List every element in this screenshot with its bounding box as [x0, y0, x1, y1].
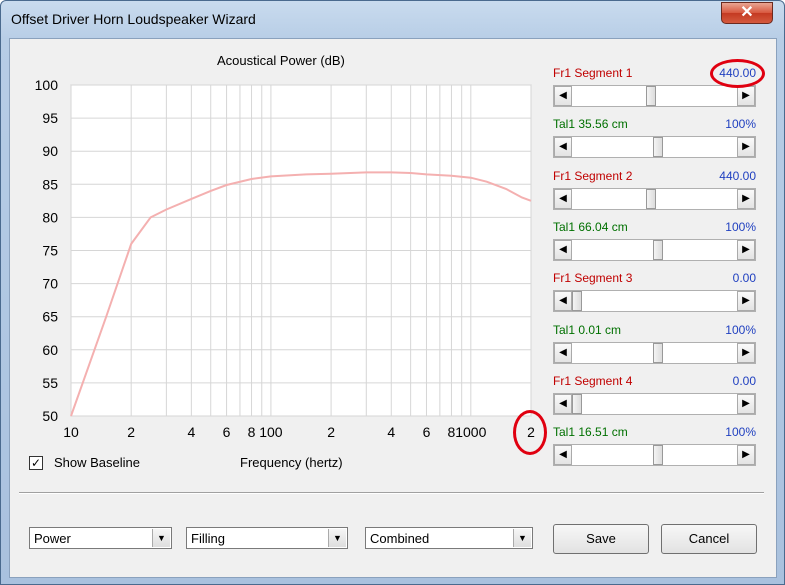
- slider-thumb[interactable]: [652, 342, 663, 363]
- segment-label: Tal1 16.51 cm: [553, 425, 628, 440]
- filling-dropdown[interactable]: Filling ▼: [186, 527, 348, 549]
- arrow-left-icon[interactable]: ◀: [554, 342, 572, 363]
- segment-label: Tal1 0.01 cm: [553, 322, 622, 337]
- dropdown-value: Filling: [191, 531, 225, 546]
- x-tick-label: 1000: [455, 424, 486, 440]
- annotation-circle: [513, 410, 547, 455]
- segment-value: 0.00: [732, 271, 756, 286]
- checkmark-icon: ✓: [30, 456, 42, 470]
- y-tick-label: 75: [42, 243, 58, 259]
- arrow-left-icon[interactable]: ◀: [554, 137, 572, 158]
- arrow-right-icon[interactable]: ▶: [737, 86, 755, 106]
- segment-slider[interactable]: ◀ ▶: [553, 444, 756, 467]
- segment-slider[interactable]: ◀ ▶: [553, 238, 756, 261]
- segment-slider[interactable]: ◀ ▶: [553, 341, 756, 364]
- arrow-right-icon[interactable]: ▶: [737, 291, 755, 312]
- segment-value: 100%: [725, 425, 756, 440]
- slider-thumb[interactable]: [652, 137, 663, 158]
- segment-label: Fr1 Segment 4: [553, 373, 633, 388]
- slider-thumb[interactable]: [652, 445, 663, 466]
- slider-thumb[interactable]: [646, 188, 657, 209]
- segment-value: 0.00: [732, 373, 756, 388]
- x-tick-label: 6: [223, 424, 231, 440]
- show-baseline-label[interactable]: Show Baseline: [54, 455, 140, 470]
- dropdown-value: Power: [34, 531, 71, 546]
- segment-slider[interactable]: ◀ ▶: [553, 392, 756, 415]
- arrow-left-icon[interactable]: ◀: [554, 445, 572, 466]
- arrow-left-icon[interactable]: ◀: [554, 86, 572, 106]
- chevron-down-icon[interactable]: ▼: [328, 529, 346, 547]
- x-axis-label: Frequency (hertz): [240, 455, 343, 470]
- segment-slider[interactable]: ◀ ▶: [553, 187, 756, 210]
- y-tick-label: 90: [42, 143, 58, 159]
- segment-value: 100%: [725, 322, 756, 337]
- arrow-left-icon[interactable]: ◀: [554, 239, 572, 260]
- chevron-down-icon[interactable]: ▼: [152, 529, 170, 547]
- slider-thumb[interactable]: [652, 239, 663, 260]
- arrow-right-icon[interactable]: ▶: [737, 342, 755, 363]
- segment-slider[interactable]: ◀ ▶: [553, 85, 756, 107]
- x-tick-label: 6: [423, 424, 431, 440]
- arrow-right-icon[interactable]: ▶: [737, 393, 755, 414]
- x-tick-label: 100: [259, 424, 283, 440]
- segment-label: Fr1 Segment 1: [553, 66, 633, 80]
- y-tick-label: 100: [35, 77, 59, 93]
- segment-label: Tal1 66.04 cm: [553, 219, 628, 234]
- chart-type-dropdown[interactable]: Power ▼: [29, 527, 172, 549]
- arrow-right-icon[interactable]: ▶: [737, 137, 755, 158]
- arrow-right-icon[interactable]: ▶: [737, 445, 755, 466]
- y-tick-label: 50: [42, 408, 58, 424]
- segment-slider[interactable]: ◀ ▶: [553, 136, 756, 159]
- segment-value: 100%: [725, 117, 756, 132]
- y-tick-label: 95: [42, 110, 58, 126]
- y-tick-label: 65: [42, 309, 58, 325]
- x-tick-label: 2: [127, 424, 135, 440]
- arrow-right-icon[interactable]: ▶: [737, 239, 755, 260]
- save-button[interactable]: Save: [553, 524, 649, 554]
- y-tick-label: 80: [42, 209, 58, 225]
- segment-value: 100%: [725, 219, 756, 234]
- segment-label: Fr1 Segment 2: [553, 168, 633, 183]
- x-tick-label: 10: [63, 424, 79, 440]
- arrow-right-icon[interactable]: ▶: [737, 188, 755, 209]
- separator-line: [19, 492, 764, 494]
- arrow-left-icon[interactable]: ◀: [554, 188, 572, 209]
- y-tick-label: 70: [42, 276, 58, 292]
- arrow-left-icon[interactable]: ◀: [554, 291, 572, 312]
- slider-thumb[interactable]: [572, 393, 582, 414]
- cancel-button[interactable]: Cancel: [661, 524, 757, 554]
- y-tick-label: 60: [42, 342, 58, 358]
- x-tick-label: 4: [387, 424, 395, 440]
- segment-slider[interactable]: ◀ ▶: [553, 290, 756, 313]
- chevron-down-icon[interactable]: ▼: [513, 529, 531, 547]
- segment-value: 440.00: [719, 168, 756, 183]
- mode-dropdown[interactable]: Combined ▼: [365, 527, 533, 549]
- x-tick-label: 8: [248, 424, 256, 440]
- show-baseline-checkbox[interactable]: ✓: [29, 456, 43, 470]
- segment-label: Fr1 Segment 3: [553, 271, 633, 286]
- arrow-left-icon[interactable]: ◀: [554, 393, 572, 414]
- y-tick-label: 55: [42, 375, 58, 391]
- slider-thumb[interactable]: [646, 86, 657, 106]
- slider-thumb[interactable]: [572, 291, 582, 312]
- segment-label: Tal1 35.56 cm: [553, 117, 628, 132]
- annotation-circle: [710, 59, 765, 88]
- y-tick-label: 85: [42, 176, 58, 192]
- dropdown-value: Combined: [370, 531, 430, 546]
- x-tick-label: 4: [187, 424, 195, 440]
- x-tick-label: 2: [327, 424, 335, 440]
